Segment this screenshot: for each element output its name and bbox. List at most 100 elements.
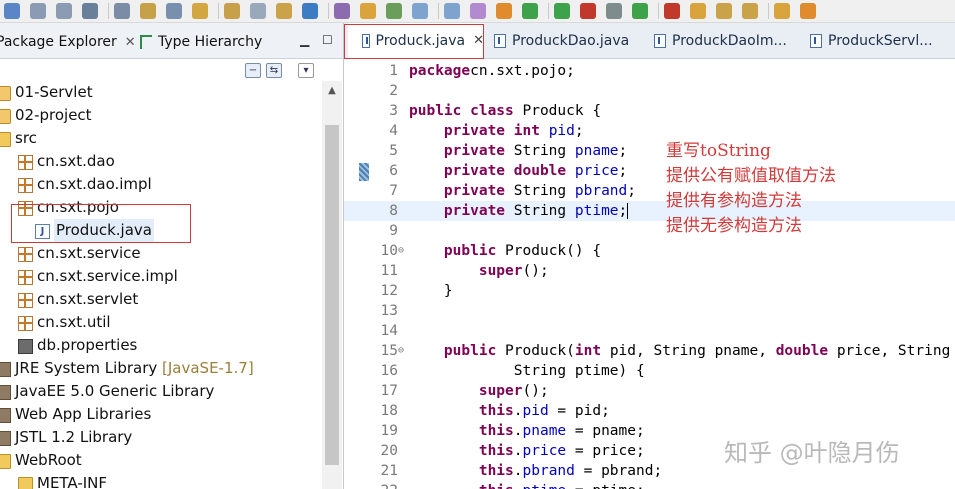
tree-item[interactable]: ›cn.sxt.util bbox=[0, 311, 322, 334]
tree-item-label: JSTL 1.2 Library bbox=[15, 428, 133, 446]
tree-item[interactable]: ›META-INF bbox=[0, 472, 322, 489]
folder-icon bbox=[0, 454, 11, 469]
toolbar-button-icon[interactable] bbox=[224, 3, 240, 19]
tree-item[interactable]: ⌄02-project bbox=[0, 104, 322, 127]
maximize-icon[interactable]: ☐ bbox=[322, 33, 333, 47]
code-line[interactable]: 2 bbox=[344, 81, 955, 101]
line-number: 1 bbox=[389, 63, 398, 79]
code-line[interactable]: 5 private String pname; bbox=[344, 141, 955, 161]
tab-produckdao-java[interactable]: ProduckDao.java bbox=[494, 23, 629, 58]
code-text: this.pname = pname; bbox=[478, 423, 645, 439]
toolbar-button-icon[interactable] bbox=[742, 3, 758, 19]
toolbar-button-icon[interactable] bbox=[444, 3, 460, 19]
tree-item[interactable]: ›JavaEE 5.0 Generic Library bbox=[0, 380, 322, 403]
toolbar-button-icon[interactable] bbox=[580, 3, 596, 19]
toolbar-button-icon[interactable] bbox=[114, 3, 130, 19]
code-text: public class Produck { bbox=[409, 103, 602, 119]
tree-item[interactable]: ›cn.sxt.dao.impl bbox=[0, 173, 322, 196]
toolbar-separator bbox=[548, 3, 549, 19]
toolbar-button-icon[interactable] bbox=[360, 3, 376, 19]
code-text: this.ptime = ptime; bbox=[409, 481, 645, 489]
toolbar-button-icon[interactable] bbox=[632, 3, 648, 19]
code-line[interactable]: 17 super(); bbox=[344, 381, 955, 401]
code-line[interactable]: 12 } bbox=[344, 281, 955, 301]
explorer-scrollbar[interactable]: ▲ bbox=[322, 81, 342, 489]
toolbar-button-icon[interactable] bbox=[522, 3, 538, 19]
code-line[interactable]: 8 private String ptime; bbox=[344, 201, 955, 221]
tree-item[interactable]: ⌄WebRoot bbox=[0, 449, 322, 472]
tree-item[interactable]: ›cn.sxt.dao bbox=[0, 150, 322, 173]
toolbar-button-icon[interactable] bbox=[690, 3, 706, 19]
toolbar-button-icon[interactable] bbox=[334, 3, 350, 19]
toolbar-button-icon[interactable] bbox=[140, 3, 156, 19]
tree-item[interactable]: ›cn.sxt.servlet bbox=[0, 288, 322, 311]
toolbar-button-icon[interactable] bbox=[386, 3, 402, 19]
toolbar-separator bbox=[658, 3, 659, 19]
code-text: this.pid = pid; bbox=[478, 403, 610, 419]
toolbar-button-icon[interactable] bbox=[276, 3, 292, 19]
code-text: packagecn.sxt.pojo; bbox=[409, 63, 575, 79]
code-line[interactable]: 15 ⊖ public Produck(int pid, String pname… bbox=[344, 341, 955, 361]
tab-produckdaoimpl-java[interactable]: ProduckDaoIm... bbox=[654, 23, 787, 58]
toolbar-button-icon[interactable] bbox=[56, 3, 72, 19]
code-line[interactable]: 3 public class Produck { bbox=[344, 101, 955, 121]
code-area[interactable]: 1 packagecn.sxt.pojo; 2 3 public class Produ… bbox=[344, 59, 955, 489]
toolbar-button-icon[interactable] bbox=[554, 3, 570, 19]
tree-item[interactable]: ›cn.sxt.service.impl bbox=[0, 265, 322, 288]
tree-item[interactable]: ›JSTL 1.2 Library bbox=[0, 426, 322, 449]
code-line[interactable]: 11 super(); bbox=[344, 261, 955, 281]
tree-item-label: cn.sxt.service bbox=[37, 244, 141, 262]
tree-item[interactable]: ›01-Servlet bbox=[0, 81, 322, 104]
code-line[interactable]: 18 this.pid = pid; bbox=[344, 401, 955, 421]
tab-produckservlet-java[interactable]: ProduckServl... bbox=[810, 23, 933, 58]
toolbar-button-icon[interactable] bbox=[412, 3, 428, 19]
code-line[interactable]: 9 bbox=[344, 221, 955, 241]
toolbar-button-icon[interactable] bbox=[192, 3, 208, 19]
code-line[interactable]: 1 packagecn.sxt.pojo; bbox=[344, 61, 955, 81]
code-line[interactable]: 16 String ptime) { bbox=[344, 361, 955, 381]
toolbar-button-icon[interactable] bbox=[664, 3, 680, 19]
fold-toggle-icon[interactable]: ⊖ bbox=[398, 341, 404, 361]
toolbar-button-icon[interactable] bbox=[30, 3, 46, 19]
toolbar-button-icon[interactable] bbox=[496, 3, 512, 19]
scroll-up-icon[interactable]: ▲ bbox=[325, 85, 339, 97]
fold-toggle-icon[interactable]: ⊖ bbox=[398, 241, 404, 261]
package-icon bbox=[18, 155, 33, 170]
code-line[interactable]: 13 bbox=[344, 301, 955, 321]
code-line[interactable]: 6 private double price; bbox=[344, 161, 955, 181]
tree-item[interactable]: ⌄src bbox=[0, 127, 322, 150]
code-line[interactable]: 10 ⊖ public Produck() { bbox=[344, 241, 955, 261]
toolbar-button-icon[interactable] bbox=[4, 3, 20, 19]
toolbar-button-icon[interactable] bbox=[716, 3, 732, 19]
tab-type-hierarchy[interactable]: Type Hierarchy bbox=[140, 31, 262, 53]
code-line[interactable]: 4 private int pid; bbox=[344, 121, 955, 141]
toolbar-button-icon[interactable] bbox=[82, 3, 98, 19]
toolbar-button-icon[interactable] bbox=[800, 3, 816, 19]
line-number: 18 bbox=[380, 403, 398, 419]
tree-item[interactable]: ›JRE System Library [JavaSE-1.7] bbox=[0, 357, 322, 380]
code-line[interactable]: 7 private String pbrand; bbox=[344, 181, 955, 201]
tree-item[interactable]: db.properties bbox=[0, 334, 322, 357]
tab-package-explorer[interactable]: Package Explorer ✕ bbox=[0, 31, 136, 53]
line-number: 22 bbox=[362, 481, 398, 489]
java-file-icon bbox=[654, 33, 666, 48]
toolbar-button-icon[interactable] bbox=[166, 3, 182, 19]
toolbar-separator bbox=[438, 3, 439, 19]
collapse-all-icon[interactable]: − bbox=[245, 63, 261, 78]
scrollbar-thumb[interactable] bbox=[325, 125, 339, 465]
code-line[interactable]: 14 bbox=[344, 321, 955, 341]
toolbar-button-icon[interactable] bbox=[250, 3, 266, 19]
tree-item[interactable]: ›cn.sxt.service bbox=[0, 242, 322, 265]
toolbar-button-icon[interactable] bbox=[302, 3, 318, 19]
line-number: 13 bbox=[380, 303, 398, 319]
minimize-icon[interactable]: ▁ bbox=[300, 33, 309, 47]
link-with-editor-icon[interactable]: ⇆ bbox=[266, 63, 282, 78]
view-menu-icon[interactable]: ▾ bbox=[298, 63, 314, 78]
toolbar-button-icon[interactable] bbox=[470, 3, 486, 19]
tree-item[interactable]: ›Web App Libraries bbox=[0, 403, 322, 426]
close-icon[interactable]: ✕ bbox=[125, 35, 136, 50]
toolbar-button-icon[interactable] bbox=[606, 3, 622, 19]
toolbar-button-icon[interactable] bbox=[774, 3, 790, 19]
code-line[interactable]: 22 this.ptime = ptime; bbox=[344, 481, 955, 489]
left-tab-bar: Package Explorer ✕ Type Hierarchy ▁ ☐ bbox=[0, 23, 343, 59]
